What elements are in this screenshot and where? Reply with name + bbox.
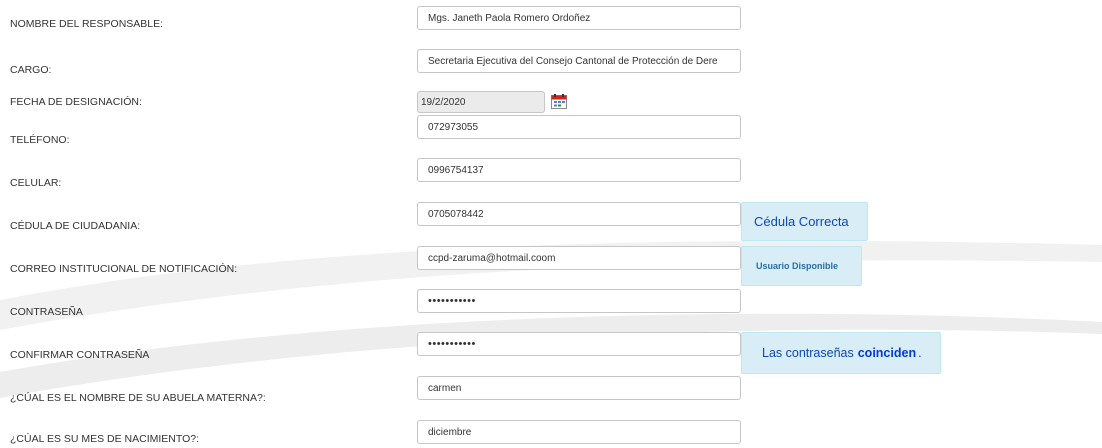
label-cargo: CARGO:: [10, 64, 52, 76]
label-mes: ¿CÚAL ES SU MES DE NACIMIENTO?:: [10, 433, 200, 445]
label-correo: CORREO INSTITUCIONAL DE NOTIFICACIÓN:: [10, 263, 238, 275]
abuela-input[interactable]: [417, 376, 741, 400]
label-cedula: CÉDULA DE CIUDADANIA:: [10, 220, 141, 232]
cedula-status-text: Cédula Correcta: [754, 214, 849, 229]
password-match-message: Las contraseñas coinciden.: [741, 332, 941, 374]
cedula-input[interactable]: [417, 202, 741, 226]
mes-input[interactable]: [417, 420, 741, 444]
password-match-emphasis: coinciden: [857, 346, 917, 360]
contrasena-input[interactable]: [417, 289, 741, 313]
responsable-input[interactable]: [417, 6, 741, 30]
password-match-text: Las contraseñas: [762, 346, 854, 360]
fecha-input[interactable]: [417, 91, 545, 113]
cargo-input[interactable]: [417, 49, 741, 73]
confirmar-input[interactable]: [417, 332, 741, 356]
label-telefono: TELÉFONO:: [10, 134, 70, 146]
label-contrasena: CONTRASEÑA: [10, 306, 83, 318]
correo-input[interactable]: [417, 246, 741, 270]
password-match-period: .: [918, 346, 922, 360]
label-responsable: NOMBRE DEL RESPONSABLE:: [10, 18, 164, 30]
label-fecha: FECHA DE DESIGNACIÓN:: [10, 96, 142, 108]
label-celular: CELULAR:: [10, 177, 62, 189]
usuario-status-text: Usuario Disponible: [756, 261, 839, 271]
celular-input[interactable]: [417, 158, 741, 182]
usuario-status-message: Usuario Disponible: [741, 246, 862, 286]
telefono-input[interactable]: [417, 115, 741, 139]
label-abuela: ¿CÚAL ES EL NOMBRE DE SU ABUELA MATERNA?…: [10, 392, 266, 404]
calendar-icon[interactable]: [551, 94, 567, 109]
label-confirmar: CONFIRMAR CONTRASEÑA: [10, 349, 150, 361]
cedula-status-message: Cédula Correcta: [741, 202, 868, 241]
